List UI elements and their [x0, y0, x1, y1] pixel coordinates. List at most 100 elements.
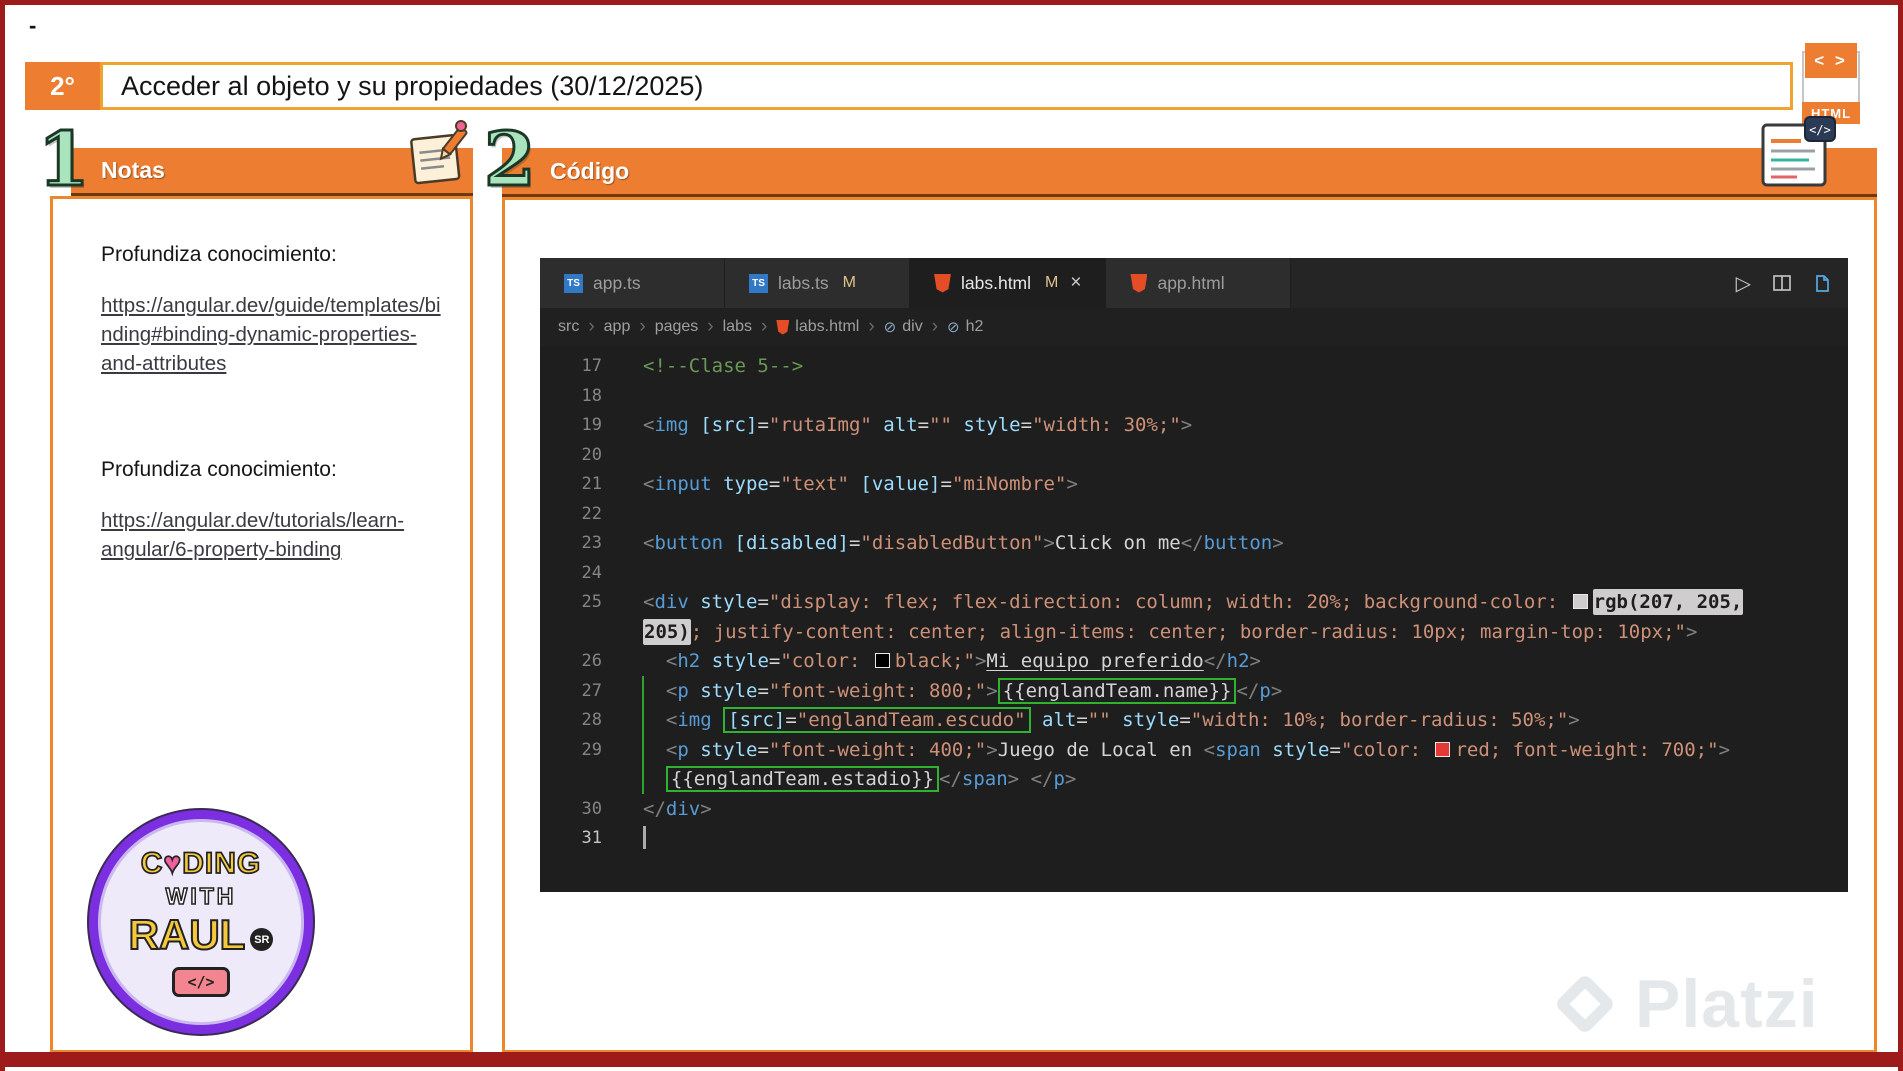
- code-line-20: 20: [540, 441, 1848, 471]
- line-number: 24: [581, 562, 602, 583]
- tab-label: labs.ts: [778, 272, 829, 293]
- code-line-23: 23 <button [disabled]="disabledButton">Cl…: [540, 529, 1848, 559]
- page-title-box: Acceder al objeto y su propiedades (30/1…: [100, 62, 1793, 110]
- page: - 2° Acceder al objeto y su propiedades …: [0, 0, 1903, 1071]
- step-number-1: 1: [37, 117, 91, 203]
- html-file-icon: [934, 273, 951, 293]
- class-number-badge: 2°: [25, 62, 100, 110]
- breadcrumb-item-src[interactable]: src: [558, 318, 579, 336]
- code-line-31: 31: [540, 824, 1848, 854]
- heart-icon: ♥: [163, 846, 183, 881]
- code-line-29: 29 <p style="font-weight: 400;">Juego de…: [540, 736, 1848, 766]
- breadcrumb-separator: ›: [868, 316, 875, 337]
- breadcrumb-item-div[interactable]: ⊘ div: [884, 318, 923, 336]
- page-title: Acceder al objeto y su propiedades (30/1…: [121, 70, 704, 101]
- ts-file-icon: TS: [749, 273, 768, 293]
- ts-file-icon: TS: [564, 273, 583, 293]
- sr-badge: SR: [250, 928, 274, 951]
- vscode-editor: TS app.ts TS labs.ts Mlabs.html M × app.html ▷ …: [540, 258, 1848, 892]
- step-number-2: 2: [483, 117, 537, 203]
- angular-property-binding-tutorial-link[interactable]: https://angular.dev/tutorials/learn-angu…: [101, 506, 449, 564]
- code-lines: 17 <!--Clase 5--> 18 19 <img [src]="rutaImg"…: [540, 346, 1848, 854]
- modified-badge: M: [1045, 274, 1059, 291]
- line-number: 18: [581, 385, 602, 406]
- line-number: 27: [581, 680, 602, 701]
- tab-label: app.html: [1157, 272, 1225, 293]
- tab-labs.html[interactable]: labs.html M ×: [910, 258, 1107, 308]
- code-line-21: 21 <input type="text" [value]="miNombre">: [540, 470, 1848, 500]
- run-icon[interactable]: ▷: [1736, 271, 1751, 296]
- code-line-26: 26 <h2 style="color: black;">Mi equipo p…: [540, 647, 1848, 677]
- notes-heading-2: Profundiza conocimiento:: [101, 458, 337, 482]
- color-swatch: [874, 653, 890, 668]
- breadcrumb-separator: ›: [707, 316, 714, 337]
- breadcrumb-separator: ›: [931, 316, 939, 337]
- notes-panel: Profundiza conocimiento: https://angular…: [50, 196, 473, 1053]
- notes-heading-1: Profundiza conocimiento:: [101, 243, 337, 266]
- code-line-18: 18: [540, 382, 1848, 412]
- line-number: 25: [581, 592, 602, 612]
- tab-app.html[interactable]: app.html: [1106, 258, 1292, 308]
- tab-label: labs.html: [961, 272, 1032, 293]
- breadcrumb-separator: ›: [588, 316, 595, 337]
- breadcrumb-item-h2[interactable]: ⊘ h2: [947, 318, 983, 336]
- line-number: 29: [581, 739, 602, 760]
- logo-line-raul: RAUL SR: [128, 910, 274, 959]
- code-line-17: 17 <!--Clase 5-->: [540, 352, 1848, 382]
- code-line-27: 27 <p style="font-weight: 800;"> {{englan…: [540, 677, 1848, 707]
- code-line-25: 25 <div style="display: flex; flex-direct…: [540, 588, 1848, 618]
- code-area[interactable]: 17 <!--Clase 5--> 18 19 <img [src]="rutaImg"…: [540, 346, 1848, 892]
- color-swatch: [1435, 741, 1451, 757]
- notes-header-label: Notas: [101, 157, 165, 183]
- line-number: 26: [581, 651, 602, 671]
- line-number: 31: [581, 828, 602, 848]
- code-line-28: 28 <img [src]="englandTeam.escudo" alt="…: [540, 706, 1848, 736]
- modified-badge: M: [842, 274, 856, 291]
- breadcrumb-item-labs[interactable]: labs: [723, 318, 752, 336]
- symbol-icon: ⊘: [947, 319, 960, 336]
- breadcrumb-separator: ›: [760, 316, 768, 337]
- code-line-wrap: {{englandTeam.estadio}} </span> </p>: [540, 765, 1848, 795]
- top-dash: -: [29, 13, 37, 38]
- code-line-19: 19 <img [src]="rutaImg" alt="" style="wid…: [540, 411, 1848, 441]
- tab-app.ts[interactable]: TS app.ts: [540, 258, 725, 308]
- line-number: [540, 618, 602, 648]
- close-tab-icon[interactable]: ×: [1070, 272, 1081, 294]
- logo-line-coding: C♥DING: [140, 846, 262, 881]
- line-number: 30: [581, 798, 602, 819]
- bottom-red-bar: [5, 1052, 1898, 1067]
- editor-tabs: TS app.ts TS labs.ts Mlabs.html M × app.html ▷: [540, 258, 1848, 308]
- line-number: 23: [581, 533, 602, 553]
- line-number: [540, 765, 602, 795]
- line-number: 22: [581, 503, 602, 524]
- tab-labs.ts[interactable]: TS labs.ts M: [725, 258, 910, 308]
- code-header-label: Código: [550, 157, 630, 184]
- code-line-22: 22: [540, 500, 1848, 530]
- line-number: 19: [581, 415, 602, 435]
- html-file-icon: [1130, 273, 1148, 293]
- svg-text:</>: </>: [1809, 123, 1831, 137]
- breadcrumb: src › app › pages › labs › labs.html › ⊘ div › ⊘ h2: [540, 308, 1848, 346]
- angular-binding-guide-link[interactable]: https://angular.dev/guide/templates/bind…: [101, 291, 449, 378]
- code-line-wrap: 205); justify-content: center; align-ite…: [540, 618, 1848, 648]
- code-brackets-icon: < >: [1805, 43, 1857, 78]
- html-file-badge-icon: < > HTML: [1800, 43, 1862, 124]
- breadcrumb-item-labs.html[interactable]: labs.html: [776, 318, 859, 336]
- line-number: 28: [581, 710, 602, 730]
- code-document-icon: </>: [1761, 116, 1836, 187]
- code-line-24: 24: [540, 559, 1848, 589]
- breadcrumb-item-app[interactable]: app: [604, 318, 631, 336]
- line-number: 20: [581, 444, 602, 465]
- breadcrumb-item-pages[interactable]: pages: [655, 318, 699, 336]
- symbol-icon: ⊘: [883, 319, 897, 336]
- logo-line-with: WITH: [165, 882, 237, 910]
- tab-label: app.ts: [593, 272, 641, 293]
- split-editor-icon[interactable]: [1773, 275, 1791, 291]
- open-file-icon[interactable]: [1813, 274, 1832, 293]
- text-cursor: [643, 826, 646, 849]
- code-line-30: 30 </div>: [540, 795, 1848, 825]
- coding-with-raul-logo: C♥DING WITH RAUL SR </>: [89, 810, 313, 1034]
- code-section-header: Código: [502, 148, 1877, 197]
- code-window-icon: </>: [172, 967, 230, 997]
- line-number: 21: [581, 474, 602, 494]
